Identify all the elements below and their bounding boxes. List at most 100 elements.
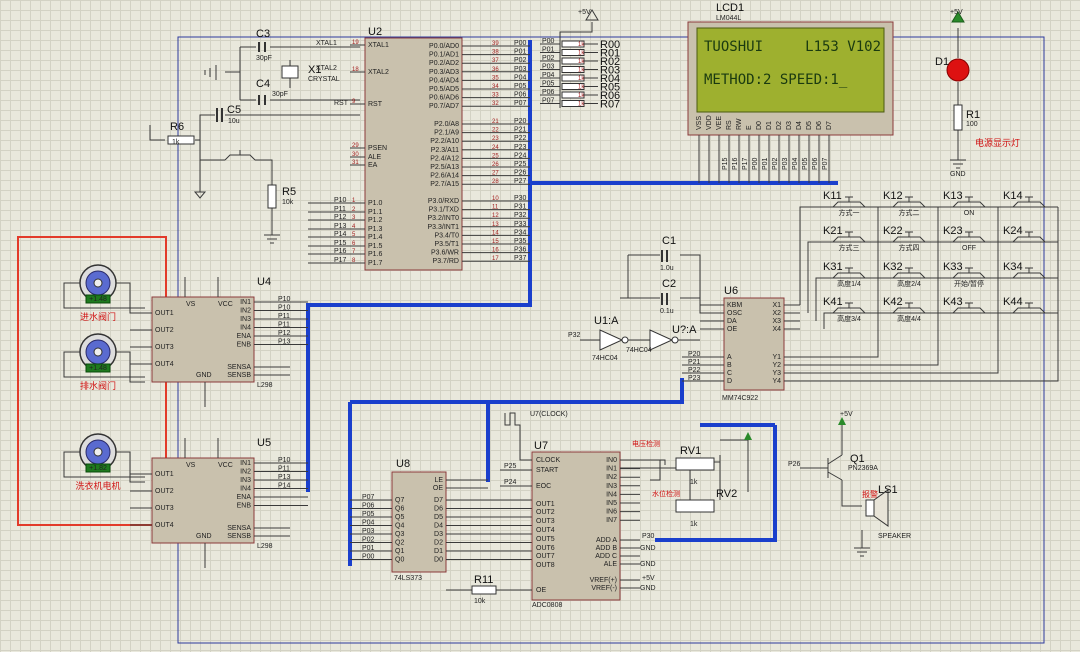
adc-right-pin: ADD B: [596, 545, 618, 552]
keypad-key-ref: K33: [943, 261, 963, 273]
mcu-right-net-label: P05: [514, 83, 527, 90]
mcu-right-pin-name: P2.5/A13: [430, 164, 459, 171]
mcu-right-pin-name: P0.0/AD0: [429, 43, 459, 50]
keypad-key[interactable]: K33 开始/暂停: [943, 261, 986, 288]
mcu-right-net-label: P30: [514, 195, 527, 202]
mcu-left-pin-name: P1.4: [368, 234, 383, 241]
keypad-key-ref: K43: [943, 296, 963, 308]
pullup-value: 1k: [578, 59, 585, 65]
keypad-key-ref: K32: [883, 261, 903, 273]
q1-type: PN2369A: [848, 465, 878, 472]
encoder-left-pin: B: [727, 362, 732, 369]
mcu-right-pin-name: P3.4/T0: [434, 232, 459, 239]
encoder-right-pin: Y2: [772, 362, 781, 369]
mcu-right-pin-name: P0.3/AD3: [429, 69, 459, 76]
latch-net-label: P05: [362, 511, 375, 518]
mcu-right-pin-num: 24: [492, 145, 499, 151]
adc-add-net: P30: [642, 533, 655, 540]
motor-readout: +1.48: [89, 365, 107, 372]
rv1-ref: RV1: [680, 445, 701, 457]
pullup-net-label: P00: [542, 38, 555, 45]
pullup-net-label: P06: [542, 89, 555, 96]
c5-ref: C5: [227, 104, 241, 116]
keypad-key-label: 方式二: [899, 208, 920, 217]
schematic-canvas: C3 30pF C4 30pF X1 CRYSTAL XTAL1 XTAL2 C…: [17, 2, 1059, 644]
keypad-key-label: 高度3/4: [837, 314, 861, 323]
keypad-key[interactable]: K11 方式一: [823, 190, 866, 217]
pullup-resistor-pack: +5V P00 R001kP01 R011kP02 R021kP03 R031kP04 R…: [540, 9, 620, 111]
mcu-right-net-label: P07: [514, 100, 527, 107]
driver-in-pin: IN4: [240, 486, 251, 493]
c4-value: 30pF: [272, 91, 288, 98]
adc-left-pin: OE: [536, 587, 546, 594]
latch-q-pin: Q6: [395, 506, 404, 513]
mcu-left-pin-name: PSEN: [368, 145, 387, 152]
pullup-vcc: +5V: [578, 9, 591, 16]
mcu-right-net-label: P25: [514, 161, 527, 168]
speaker-driver: +5V Q1 PN2369A P26 LS1 SPEAKER 报警: [788, 411, 911, 557]
keypad-key[interactable]: K32 高度2/4: [883, 261, 926, 288]
encoder-right-pin: X3: [772, 318, 781, 325]
mcu-left-pin-name: P1.0: [368, 200, 383, 207]
c5-value: 10u: [228, 118, 240, 125]
pullup-value: 1k: [578, 42, 585, 48]
r1-value: 100: [966, 121, 978, 128]
mcu-right-pin-num: 33: [492, 93, 499, 99]
speaker-net: P26: [788, 461, 801, 468]
alarm-label: 报警: [862, 489, 878, 499]
keypad-key[interactable]: K21 方式三: [823, 225, 866, 252]
adc-left-pin: OUT3: [536, 518, 555, 525]
mcu-p1-net-label: P15: [334, 240, 347, 247]
mcu-left-pin-name: P1.2: [368, 217, 383, 224]
l298-driver: U5 L298 VS VCC GND OUT1 OUT2 OUT3 OUT4 IN1 P10 IN2 P…: [130, 437, 308, 568]
latch-d-pin: D1: [434, 548, 443, 555]
mcu-left-pin-name: P1.1: [368, 209, 383, 216]
encoder-left-pin: DA: [727, 318, 737, 325]
keypad-key-ref: K31: [823, 261, 843, 273]
lcd-pin-name: VDD: [706, 115, 713, 130]
keypad-key[interactable]: K23 OFF: [943, 225, 986, 252]
pullup-net-label: P02: [542, 55, 555, 62]
pullup-value: 1k: [578, 102, 585, 108]
keypad-key-ref: K34: [1003, 261, 1023, 273]
keypad-key[interactable]: K43: [943, 296, 986, 314]
keypad-key-ref: K44: [1003, 296, 1023, 308]
keypad-key[interactable]: K13 ON: [943, 190, 986, 217]
keypad-key[interactable]: K42 高度4/4: [883, 296, 926, 323]
mcu-right-pin-name: P3.3/INT1: [427, 224, 459, 231]
keypad-key[interactable]: K22 方式四: [883, 225, 926, 252]
driver-in-pin: IN3: [240, 316, 251, 323]
mcu-p1-net-label: P11: [334, 206, 346, 213]
mcu-left-pin-name: P1.6: [368, 251, 383, 258]
mcu-right-net-label: P37: [514, 255, 527, 262]
latch-q-pin: Q0: [395, 557, 404, 564]
mcu-right-pin-num: 10: [492, 196, 499, 202]
mcu-right-net-label: P34: [514, 229, 527, 236]
keypad-key[interactable]: K31 高度1/4: [823, 261, 866, 288]
adc-left-pin: START: [536, 467, 559, 474]
r11-value: 10k: [474, 598, 486, 605]
mcu-right-pin-num: 17: [492, 256, 499, 262]
keypad-key[interactable]: K24: [1003, 225, 1046, 243]
driver-net-label: P10: [278, 305, 291, 312]
mcu-right-net-label: P22: [514, 135, 527, 142]
lcd-pin-name: D6: [816, 121, 823, 130]
lcd-model: LM044L: [716, 15, 741, 22]
driver-out-pin: OUT3: [155, 344, 174, 351]
rv1-value: 1k: [690, 479, 698, 486]
adc-left-pin: OUT8: [536, 562, 555, 569]
c4-ref: C4: [256, 78, 270, 90]
xtal1-net: XTAL1: [316, 40, 337, 47]
driver-sense-pin: SENSA: [227, 525, 251, 532]
keypad-key[interactable]: K34: [1003, 261, 1046, 279]
mcu-right-pin-name: P3.2/INT0: [427, 215, 459, 222]
mcu-right-pin-num: 13: [492, 222, 499, 228]
keypad-key[interactable]: K44: [1003, 296, 1046, 314]
keypad-key[interactable]: K14: [1003, 190, 1046, 208]
keypad-key[interactable]: K12 方式二: [883, 190, 926, 217]
keypad-key[interactable]: K41 高度3/4: [823, 296, 866, 323]
latch-d-pin: D3: [434, 531, 443, 538]
adc-left-pin: OUT1: [536, 501, 555, 508]
latch-q-pin: Q5: [395, 514, 404, 521]
driver-out-pin: OUT3: [155, 505, 174, 512]
